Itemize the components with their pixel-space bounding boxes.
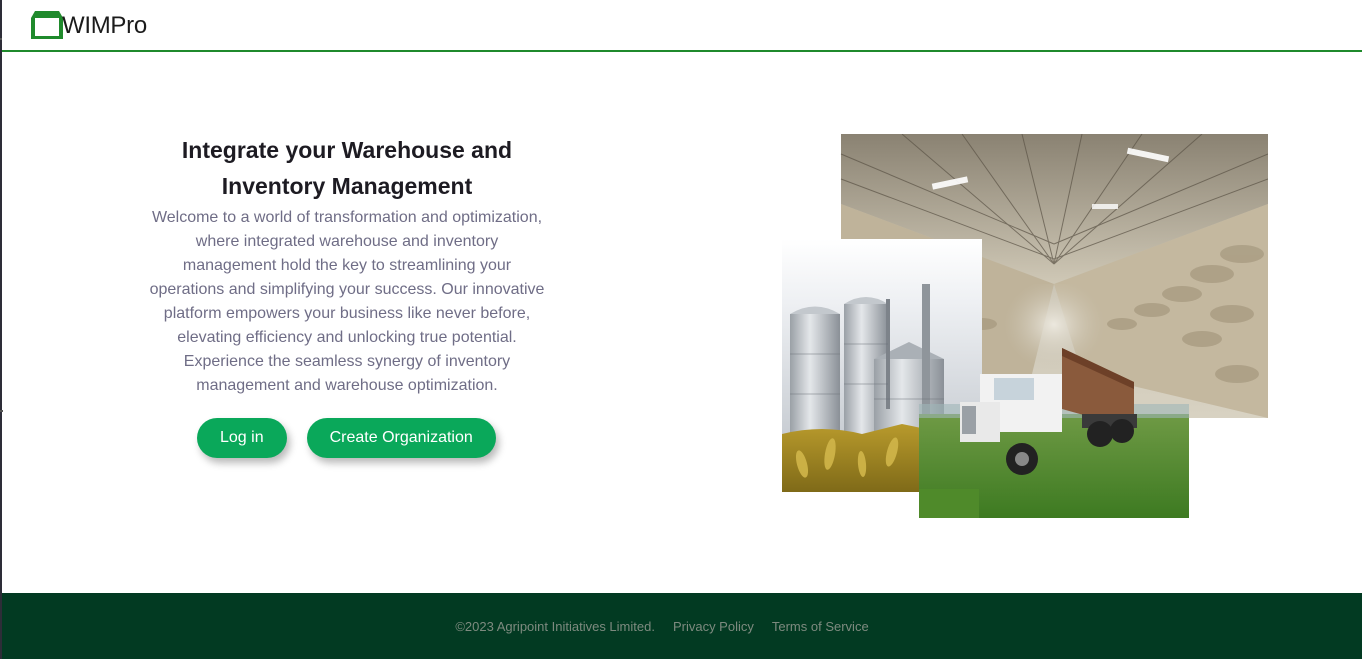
hero-description: Welcome to a world of transformation and…	[149, 209, 545, 394]
login-button[interactable]: Log in	[197, 418, 287, 458]
warehouse-icon	[31, 11, 63, 39]
hero-actions: Log in Create Organization	[197, 418, 496, 458]
brand-name: WIMPro	[62, 12, 147, 39]
navbar: WIMPro	[2, 0, 1362, 52]
terms-of-service-link[interactable]: Terms of Service	[772, 619, 869, 634]
hero-title: Integrate your Warehouse and Inventory M…	[148, 132, 546, 204]
footer-copyright: ©2023 Agripoint Initiatives Limited.	[455, 618, 655, 634]
brand-home-link[interactable]: WIMPro	[30, 8, 147, 40]
create-organization-button[interactable]: Create Organization	[306, 418, 496, 458]
hero-title-line2: Inventory Management	[221, 173, 473, 199]
privacy-policy-link[interactable]: Privacy Policy	[673, 619, 754, 634]
footer: ©2023 Agripoint Initiatives Limited. Pri…	[2, 593, 1362, 659]
hero-section: Integrate your Warehouse and Inventory M…	[148, 132, 546, 398]
window-left-edge	[0, 0, 3, 659]
hero-image-collage	[782, 134, 1268, 518]
edge-mark	[0, 410, 3, 412]
hero-title-line1: Integrate your Warehouse and	[181, 137, 513, 163]
